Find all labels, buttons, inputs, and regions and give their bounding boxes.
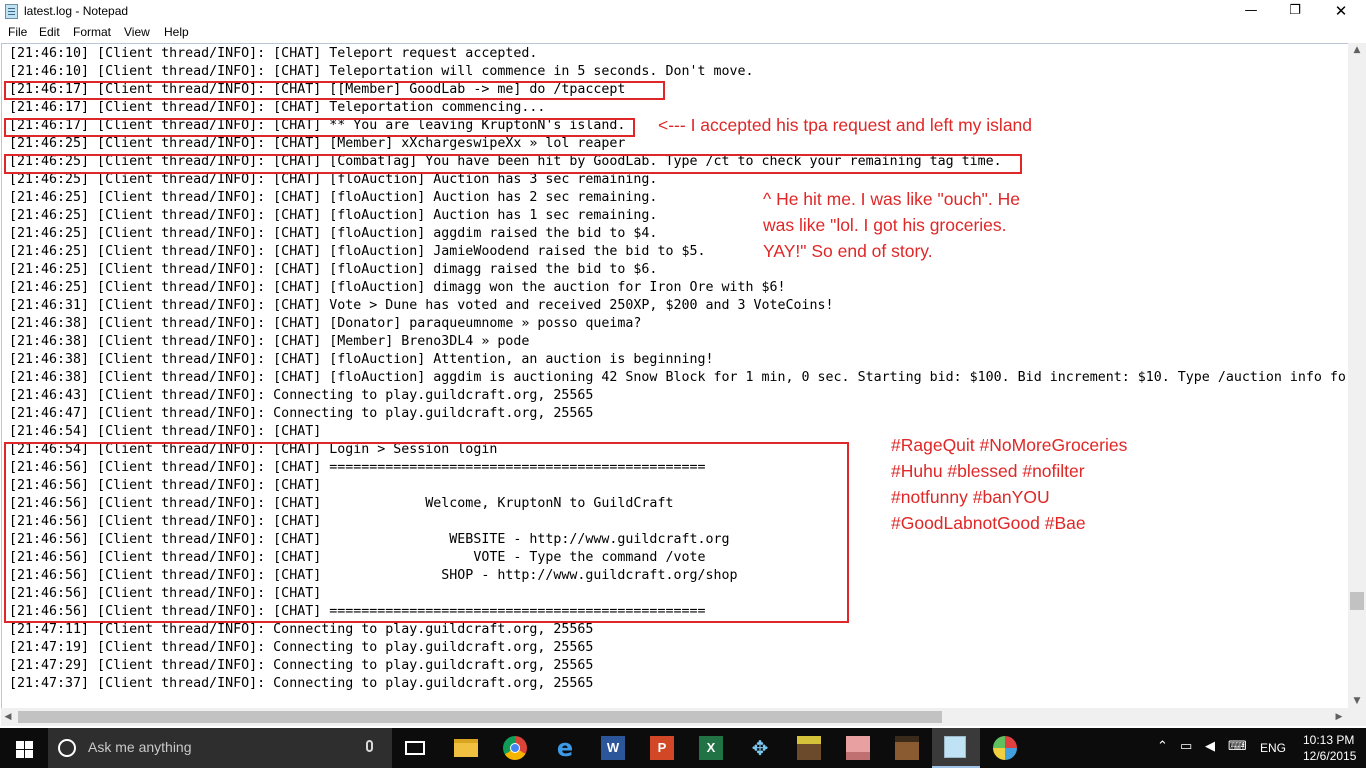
task-view-icon[interactable] (405, 741, 425, 755)
minecraft-pig-icon[interactable] (846, 736, 870, 760)
highlight-box-combattag (4, 154, 1022, 174)
log-line: [21:46:38] [Client thread/INFO]: [CHAT] … (9, 334, 530, 349)
windows-logo-icon (25, 741, 33, 749)
windows-logo-icon (25, 750, 33, 758)
paint-icon[interactable] (993, 736, 1017, 760)
powerpoint-icon[interactable]: P (650, 736, 674, 760)
horizontal-scroll-thumb[interactable] (18, 711, 942, 723)
log-line: [21:46:25] [Client thread/INFO]: [CHAT] … (9, 280, 786, 295)
notepad-icon (944, 736, 966, 758)
highlight-box-leaving-island (4, 118, 635, 137)
keyboard-icon[interactable]: ⌨ (1228, 739, 1247, 754)
log-line: [21:46:17] [Client thread/INFO]: [CHAT] … (9, 100, 546, 115)
edge-icon[interactable]: e (553, 736, 577, 760)
vertical-scroll-thumb[interactable] (1350, 592, 1364, 610)
network-icon[interactable]: ▭ (1180, 739, 1192, 754)
search-placeholder: Ask me anything (88, 739, 192, 755)
log-line: [21:46:54] [Client thread/INFO]: [CHAT] (9, 424, 322, 439)
file-explorer-icon[interactable] (454, 739, 478, 757)
menu-view[interactable]: View (124, 25, 150, 39)
hashtag-line: #Huhu #blessed #nofilter (891, 461, 1085, 481)
notepad-icon (5, 4, 18, 19)
log-line: [21:46:38] [Client thread/INFO]: [CHAT] … (9, 316, 642, 331)
maximize-button[interactable]: ❐ (1272, 0, 1318, 24)
note-hit: ^ He hit me. I was like "ouch". He was l… (763, 186, 1020, 264)
log-line: [21:46:10] [Client thread/INFO]: [CHAT] … (9, 46, 538, 61)
microphone-icon[interactable] (366, 740, 373, 752)
log-line: [21:46:25] [Client thread/INFO]: [CHAT] … (9, 262, 658, 277)
game-controller-icon[interactable]: ✥ (748, 736, 772, 760)
log-line: [21:47:37] [Client thread/INFO]: Connect… (9, 676, 594, 691)
menu-format[interactable]: Format (73, 25, 111, 39)
log-line: [21:46:43] [Client thread/INFO]: Connect… (9, 388, 594, 403)
clock-time[interactable]: 10:13 PM (1303, 733, 1354, 747)
title-bar: latest.log - Notepad — ❐ ✕ (0, 0, 1366, 24)
minecraft-grass-icon[interactable] (797, 736, 821, 760)
vertical-scrollbar[interactable]: ▲ ▼ (1348, 43, 1366, 708)
log-line: [21:46:47] [Client thread/INFO]: Connect… (9, 406, 594, 421)
close-button[interactable]: ✕ (1318, 0, 1364, 24)
log-line: [21:47:11] [Client thread/INFO]: Connect… (9, 622, 594, 637)
note-hit-line: ^ He hit me. I was like "ouch". He (763, 189, 1020, 209)
scrollbar-corner (1348, 708, 1366, 726)
minecraft-crafting-icon[interactable] (895, 736, 919, 760)
clock-date[interactable]: 12/6/2015 (1303, 749, 1356, 763)
minimize-button[interactable]: — (1228, 0, 1274, 24)
word-icon[interactable]: W (601, 736, 625, 760)
log-line: [21:46:25] [Client thread/INFO]: [CHAT] … (9, 190, 658, 205)
log-line: [21:46:25] [Client thread/INFO]: [CHAT] … (9, 208, 658, 223)
language-indicator[interactable]: ENG (1260, 741, 1286, 755)
log-line: [21:46:25] [Client thread/INFO]: [CHAT] … (9, 244, 706, 259)
horizontal-scrollbar[interactable]: ◀ ▶ (1, 708, 1348, 726)
scroll-right-arrow-icon[interactable]: ▶ (1332, 708, 1346, 726)
window-title: latest.log - Notepad (24, 4, 129, 18)
scroll-up-arrow-icon[interactable]: ▲ (1348, 43, 1366, 57)
scroll-left-arrow-icon[interactable]: ◀ (1, 708, 15, 726)
hashtag-line: #notfunny #banYOU (891, 487, 1050, 507)
log-line: [21:46:31] [Client thread/INFO]: [CHAT] … (9, 298, 834, 313)
volume-icon[interactable]: ◀ (1205, 739, 1215, 754)
log-line: [21:46:38] [Client thread/INFO]: [CHAT] … (9, 370, 1346, 385)
menu-edit[interactable]: Edit (39, 25, 60, 39)
chrome-icon[interactable] (503, 736, 527, 760)
log-line: [21:46:25] [Client thread/INFO]: [CHAT] … (9, 226, 658, 241)
note-hashtags: #RageQuit #NoMoreGroceries #Huhu #blesse… (891, 432, 1127, 536)
windows-logo-icon (16, 741, 24, 749)
cortana-search-box[interactable]: Ask me anything (48, 728, 392, 768)
log-line: [21:46:38] [Client thread/INFO]: [CHAT] … (9, 352, 714, 367)
windows-logo-icon (16, 750, 24, 758)
show-hidden-icons-chevron-icon[interactable]: ⌃ (1157, 739, 1168, 754)
menu-help[interactable]: Help (164, 25, 189, 39)
note-hit-line: was like "lol. I got his groceries. (763, 215, 1007, 235)
excel-icon[interactable]: X (699, 736, 723, 760)
start-button[interactable] (0, 728, 48, 768)
highlight-box-login (4, 442, 849, 623)
scroll-down-arrow-icon[interactable]: ▼ (1348, 694, 1366, 708)
hashtag-line: #RageQuit #NoMoreGroceries (891, 435, 1128, 455)
menu-bar: File Edit Format View Help (0, 24, 1366, 42)
note-hit-line: YAY!" So end of story. (763, 241, 933, 261)
cortana-icon (58, 739, 76, 757)
menu-file[interactable]: File (8, 25, 27, 39)
highlight-box-tpaccept (4, 81, 665, 100)
log-line: [21:47:19] [Client thread/INFO]: Connect… (9, 640, 594, 655)
log-line: [21:47:29] [Client thread/INFO]: Connect… (9, 658, 594, 673)
note-tpa: <--- I accepted his tpa request and left… (658, 115, 1033, 135)
taskbar: Ask me anything e W P X ✥ ⌃ ▭ ◀ ⌨ ENG 10… (0, 728, 1366, 768)
log-line: [21:46:10] [Client thread/INFO]: [CHAT] … (9, 64, 754, 79)
hashtag-line: #GoodLabnotGood #Bae (891, 513, 1086, 533)
log-line: [21:46:25] [Client thread/INFO]: [CHAT] … (9, 136, 626, 151)
